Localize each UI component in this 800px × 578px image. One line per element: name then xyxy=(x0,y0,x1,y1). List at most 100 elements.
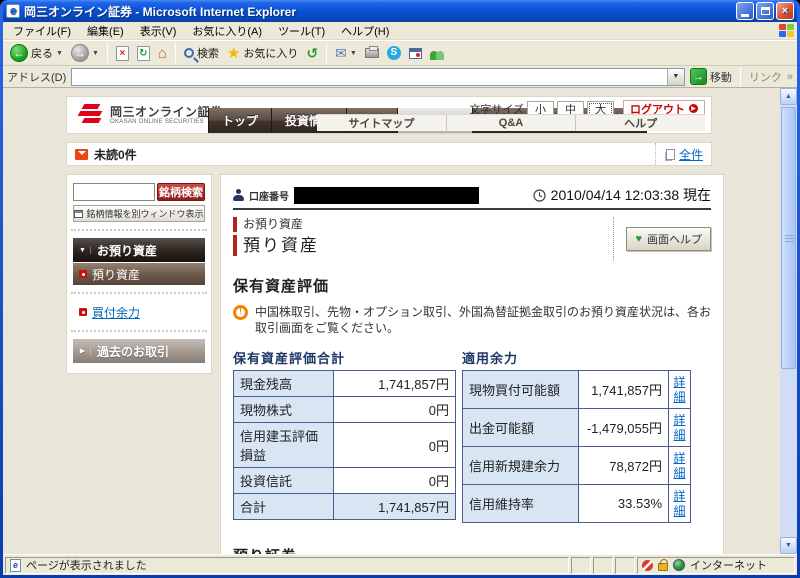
notice: ! 中国株取引、先物・オプション取引、外国為替証拠金取引のお預り資産状況は、各お… xyxy=(233,304,711,336)
links-label[interactable]: リンク xyxy=(749,69,782,85)
detail-link[interactable]: 詳細 xyxy=(673,375,686,405)
popup-window-icon xyxy=(74,210,83,218)
sidebar-group-history[interactable]: ▶ 過去のお取引 xyxy=(73,339,205,363)
scroll-down-icon[interactable]: ▼ xyxy=(780,537,797,554)
menu-file[interactable]: ファイル(F) xyxy=(5,22,79,40)
row-value: -1,479,055円 xyxy=(579,409,669,447)
help-link[interactable]: ヘルプ xyxy=(576,115,705,131)
status-bar: e ページが表示されました インターネット xyxy=(3,554,797,575)
browser-toolbar: ← 戻る ▼ → ▼ × ↻ ⌂ 検索 ★ お気に入り ↺ ✉ ▼ S xyxy=(3,40,797,66)
unread-status[interactable]: 未読0件 xyxy=(75,146,137,163)
menu-help[interactable]: ヘルプ(H) xyxy=(333,22,397,40)
sitemap-link[interactable]: サイトマップ xyxy=(317,115,447,131)
zone-label: インターネット xyxy=(690,557,767,573)
detail-link[interactable]: 詳細 xyxy=(673,489,686,519)
message-bar: 未読0件 全件 xyxy=(66,142,712,166)
table-row: 信用新規建余力 78,872円 詳細 xyxy=(463,447,691,485)
row-value: 1,741,857円 xyxy=(334,494,456,520)
menu-edit[interactable]: 編集(E) xyxy=(79,22,132,40)
search-icon xyxy=(184,48,194,58)
account-number-label: 口座番号 xyxy=(249,188,289,203)
refresh-button[interactable]: ↻ xyxy=(134,45,153,62)
sidebar-divider xyxy=(71,229,207,231)
account-number-redacted xyxy=(294,187,479,204)
favorites-button[interactable]: ★ お気に入り xyxy=(224,43,301,63)
title-row: お預り資産 預り資産 ♥ 画面ヘルプ xyxy=(233,217,711,261)
print-button[interactable] xyxy=(362,47,382,59)
row-label: 合計 xyxy=(234,494,334,520)
go-button[interactable]: → 移動 xyxy=(690,68,732,85)
toolbar-separator xyxy=(326,43,327,63)
sidebar: 銘柄検索 銘柄情報を別ウィンドウ表示 ▼ お預り資産 xyxy=(66,174,212,374)
menu-tools[interactable]: ツール(T) xyxy=(270,22,333,40)
address-label: アドレス(D) xyxy=(7,69,66,85)
scrollbar-thumb[interactable] xyxy=(781,107,796,369)
symbol-search-input[interactable] xyxy=(73,183,155,201)
maximize-button[interactable] xyxy=(756,2,774,20)
table-row: 出金可能額 -1,479,055円 詳細 xyxy=(463,409,691,447)
links-chevron-icon[interactable]: » xyxy=(787,71,793,83)
scroll-up-icon[interactable]: ▲ xyxy=(780,88,797,105)
symbol-popup-button[interactable]: 銘柄情報を別ウィンドウ表示 xyxy=(73,205,205,222)
forward-button[interactable]: → ▼ xyxy=(68,43,102,63)
chevron-down-icon: ▼ xyxy=(78,247,91,254)
row-label: 信用建玉評価損益 xyxy=(234,423,334,468)
row-label: 投資信託 xyxy=(234,468,334,494)
sidebar-item-deposit-assets[interactable]: 預り資産 xyxy=(73,263,205,285)
summary-table: 現金残高 1,741,857円 現物株式 0円 信用建玉評価損益 xyxy=(233,370,456,520)
close-button[interactable]: × xyxy=(776,2,794,20)
screen-help-button[interactable]: ♥ 画面ヘルプ xyxy=(626,227,711,251)
all-messages-link[interactable]: 全件 xyxy=(655,143,703,165)
skype-icon: S xyxy=(387,46,401,60)
table-row: 現物株式 0円 xyxy=(234,397,456,423)
row-value: 78,872円 xyxy=(579,447,669,485)
back-dropdown-icon[interactable]: ▼ xyxy=(56,50,63,57)
back-label: 戻る xyxy=(31,45,53,61)
title-bar: e 岡三オンライン証券 - Microsoft Internet Explore… xyxy=(3,0,797,22)
detail-link[interactable]: 詳細 xyxy=(673,451,686,481)
okasan-logo[interactable]: 岡三オンライン証券 OKASAN ONLINE SECURITIES xyxy=(77,102,223,128)
mail-button[interactable]: ✉ ▼ xyxy=(332,44,360,63)
status-panel xyxy=(615,557,635,574)
warning-icon: ! xyxy=(233,305,248,320)
logo-title: 岡三オンライン証券 xyxy=(110,106,223,119)
vertical-scrollbar[interactable]: ▲ ▼ xyxy=(780,88,797,554)
address-bar: アドレス(D) ▼ → 移動 リンク » xyxy=(3,66,797,88)
minimize-button[interactable] xyxy=(736,2,754,20)
history-button[interactable]: ↺ xyxy=(303,44,321,63)
nav-tab-top[interactable]: トップ xyxy=(208,108,272,133)
forward-dropdown-icon[interactable]: ▼ xyxy=(92,50,99,57)
address-input[interactable]: ▼ xyxy=(71,68,685,86)
sidebar-group-assets[interactable]: ▼ お預り資産 xyxy=(73,238,205,262)
messenger-button[interactable] xyxy=(427,46,447,61)
mail-dropdown-icon[interactable]: ▼ xyxy=(350,50,357,57)
menu-favorites[interactable]: お気に入り(A) xyxy=(184,22,270,40)
bullet-icon xyxy=(79,308,87,316)
sidebar-item-buying-power[interactable]: 買付余力 xyxy=(73,301,205,323)
address-dropdown-icon[interactable]: ▼ xyxy=(667,69,684,85)
bullet-icon xyxy=(79,270,87,278)
home-button[interactable]: ⌂ xyxy=(155,44,170,63)
toolbar-separator xyxy=(107,43,108,63)
go-label: 移動 xyxy=(710,69,732,85)
ie-page-icon: e xyxy=(6,4,20,18)
skype-button[interactable]: S xyxy=(384,45,404,61)
menu-view[interactable]: 表示(V) xyxy=(132,22,185,40)
sidebar-divider xyxy=(71,330,207,332)
logout-arrow-icon: ▶ xyxy=(689,104,698,113)
unread-mail-icon xyxy=(75,149,88,160)
valuation-heading: 保有資産評価 xyxy=(233,275,711,296)
stop-button[interactable]: × xyxy=(113,45,132,62)
table-row-total: 合計 1,741,857円 xyxy=(234,494,456,520)
edit-button[interactable] xyxy=(406,47,425,60)
messenger-icon xyxy=(430,47,444,60)
row-label: 信用維持率 xyxy=(463,485,579,523)
symbol-search-button[interactable]: 銘柄検索 xyxy=(157,183,205,201)
search-button[interactable]: 検索 xyxy=(181,44,222,62)
row-label: 現物買付可能額 xyxy=(463,371,579,409)
history-icon: ↺ xyxy=(306,45,318,62)
back-button[interactable]: ← 戻る ▼ xyxy=(7,43,66,63)
table-row: 信用維持率 33.53% 詳細 xyxy=(463,485,691,523)
qa-link[interactable]: Q&A xyxy=(447,115,577,131)
detail-link[interactable]: 詳細 xyxy=(673,413,686,443)
